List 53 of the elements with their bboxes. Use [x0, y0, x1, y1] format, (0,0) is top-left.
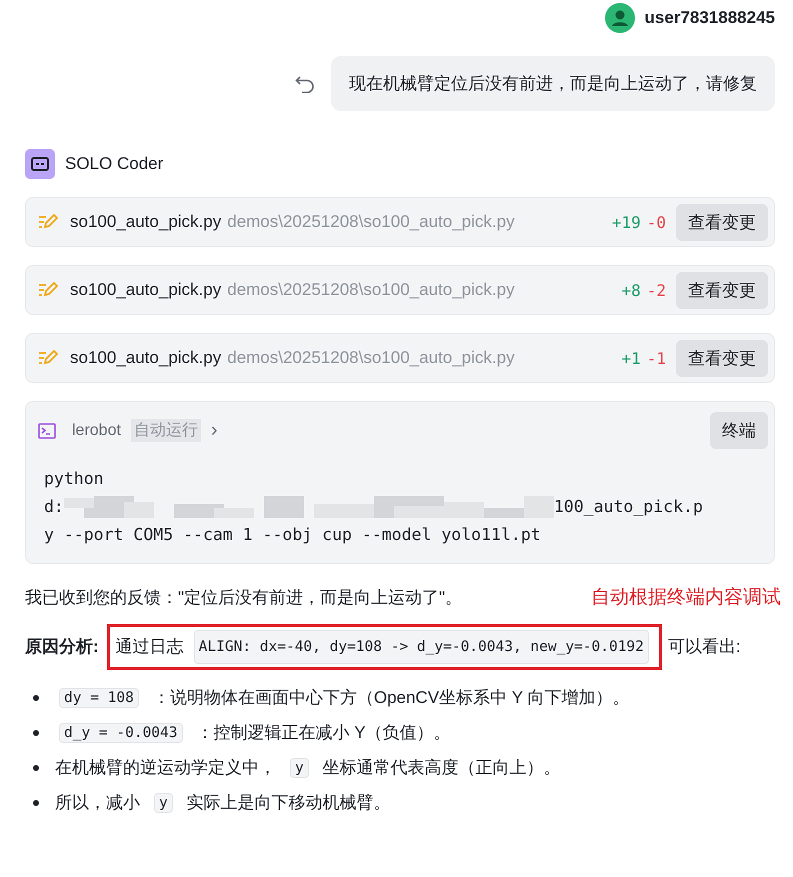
bullet-icon: [33, 694, 39, 700]
avatar-icon: [604, 3, 635, 33]
edit-icon: [38, 349, 60, 367]
annotation-text: 自动根据终端内容调试: [591, 586, 781, 610]
inline-code: dy = 108: [59, 688, 139, 708]
inline-code: y: [290, 758, 309, 778]
file-path: demos\20251208\so100_auto_pick.py: [227, 280, 515, 300]
lines-added: +1: [621, 348, 641, 368]
file-name: so100_auto_pick.py: [70, 212, 222, 232]
lines-added: +8: [621, 280, 641, 300]
bullet-icon: [33, 800, 39, 806]
terminal-icon: [38, 422, 56, 438]
text: 可以看出:: [668, 636, 741, 658]
text: 实际上是向下移动机械臂。: [186, 792, 391, 814]
lines-removed: -2: [646, 280, 666, 300]
chevron[interactable]: ›: [210, 419, 218, 442]
code-text: d:: [44, 496, 64, 518]
inline-code: ALIGN: dx=-40, dy=108 -> d_y=-0.0043, new_y=-0.0192: [194, 630, 649, 664]
view-changes-button[interactable]: 查看变更: [676, 340, 768, 376]
status-tag: 自动运行: [130, 419, 201, 442]
user-name: user7831888245: [644, 8, 775, 28]
view-changes-button[interactable]: 查看变更: [676, 204, 768, 240]
terminal-button[interactable]: 终端: [710, 412, 768, 449]
view-changes-button[interactable]: 查看变更: [676, 272, 768, 308]
bullet-icon: [33, 764, 39, 770]
inline-code: d_y = -0.0043: [59, 722, 182, 742]
inline-code: y: [154, 792, 173, 812]
feedback-text: 我已收到您的反馈："定位后没有前进，而是向上运动了"。: [25, 586, 462, 608]
agent-name: SOLO Coder: [65, 154, 164, 174]
file-path: demos\20251208\so100_auto_pick.py: [227, 348, 515, 368]
user-message: 现在机械臂定位后没有前进，而是向上运动了，请修复: [331, 56, 775, 111]
edit-icon: [38, 213, 60, 231]
file-name: so100_auto_pick.py: [70, 280, 222, 300]
lines-removed: -0: [646, 212, 666, 232]
analysis-label: 原因分析:: [25, 636, 99, 658]
text: 通过日志: [116, 636, 184, 658]
bullet-icon: [33, 730, 39, 736]
file-name: so100_auto_pick.py: [70, 348, 222, 368]
lines-added: +19: [612, 212, 641, 232]
text: ：控制逻辑正在减小 Y（负值）。: [196, 722, 451, 744]
code-text: 100_auto_pick.p: [554, 496, 703, 518]
text: ：说明物体在画面中心下方（OpenCV坐标系中 Y 向下增加）。: [152, 687, 630, 709]
code-line: python: [44, 468, 104, 490]
file-path: demos\20251208\so100_auto_pick.py: [227, 212, 515, 232]
text: 在机械臂的逆运动学定义中，: [55, 757, 276, 779]
text: 坐标通常代表高度（正向上）。: [322, 757, 561, 779]
robot-icon: [25, 149, 55, 179]
lines-removed: -1: [646, 348, 666, 368]
terminal-name: lerobot: [72, 422, 121, 440]
text: 所以，减小: [55, 792, 140, 814]
code-line: y --port COM5 --cam 1 --obj cup --model yolo11l.pt: [44, 524, 541, 546]
edit-icon: [38, 281, 60, 299]
undo-icon[interactable]: [295, 74, 315, 92]
